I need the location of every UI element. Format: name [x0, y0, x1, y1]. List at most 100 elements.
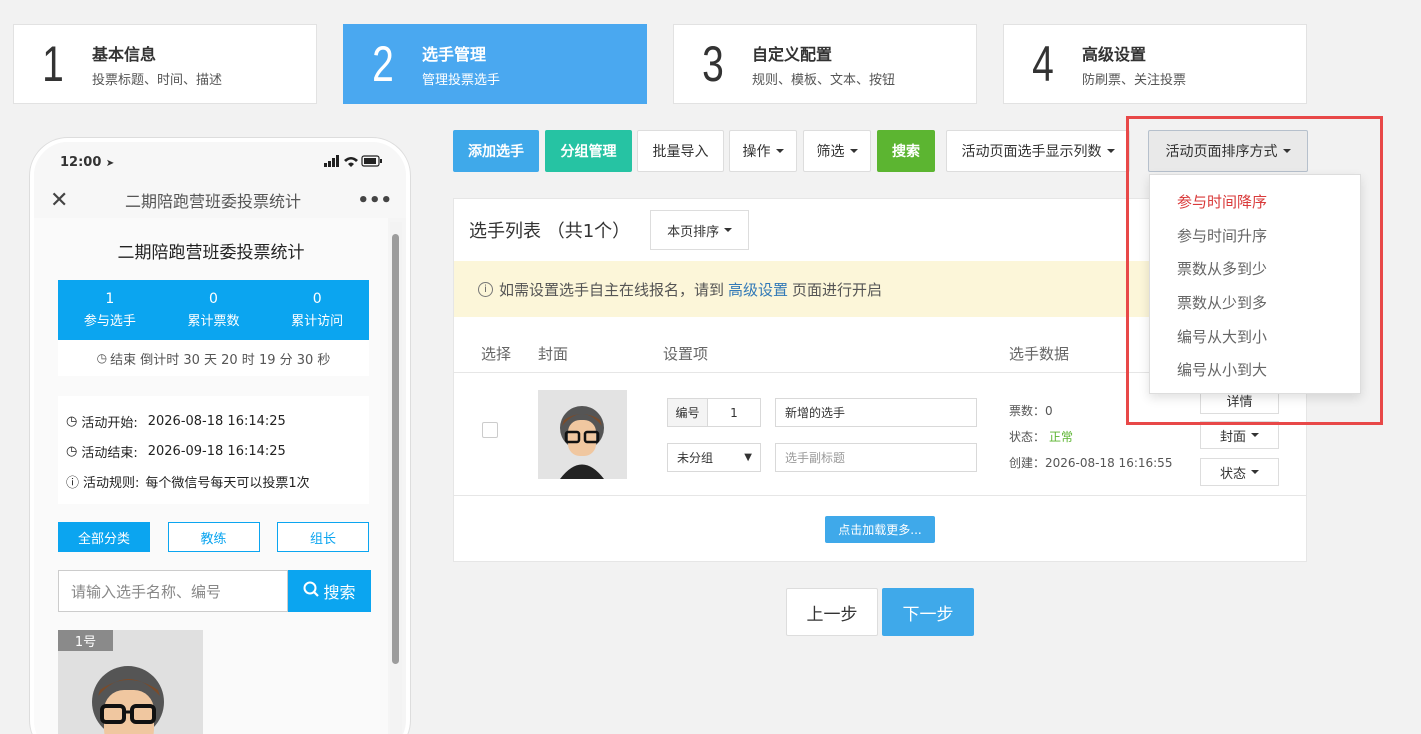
phone-scroll-thumb[interactable] — [392, 234, 399, 664]
stat-value: 0 — [312, 291, 322, 307]
step-player-management[interactable]: 2 选手管理 管理投票选手 — [343, 24, 647, 104]
countdown: ◷ 结束 倒计时 30 天 20 时 19 分 30 秒 — [58, 340, 369, 376]
location-icon: ➤ — [105, 157, 115, 169]
page-sort-label: 本页排序 — [667, 224, 720, 240]
info-value: 每个微信号每天可以投票1次 — [145, 475, 310, 491]
step-number: 2 — [372, 36, 394, 92]
step-subtitle: 管理投票选手 — [422, 72, 501, 88]
batch-import-button[interactable]: 批量导入 — [637, 130, 724, 172]
chevron-down-icon — [849, 149, 858, 153]
close-icon[interactable]: ✕ — [50, 188, 68, 213]
step-custom-config[interactable]: 3 自定义配置 规则、模板、文本、按钮 — [673, 24, 977, 104]
step-basic-info[interactable]: 1 基本信息 投票标题、时间、描述 — [13, 24, 317, 104]
stats-bar: 1 参与选手 0 累计票数 0 累计访问 — [58, 280, 369, 340]
col-data: 选手数据 — [1009, 345, 1070, 363]
advanced-settings-link[interactable]: 高级设置 — [728, 279, 788, 300]
stat-label: 累计访问 — [291, 314, 344, 329]
cover-image[interactable] — [538, 390, 627, 479]
next-step-button[interactable]: 下一步 — [882, 588, 974, 636]
phone-nav-bar: ✕ 二期陪跑营班委投票统计 ••• — [34, 182, 406, 218]
status-dropdown[interactable]: 状态 — [1200, 458, 1279, 486]
subtitle-input[interactable]: 选手副标题 — [775, 443, 977, 472]
step-subtitle: 规则、模板、文本、按钮 — [752, 72, 896, 88]
created-text: 创建：2026-08-18 16:16:55 — [1009, 456, 1173, 470]
chevron-down-icon — [775, 149, 784, 153]
stat-votes: 0 累计票数 — [162, 280, 266, 340]
group-management-button[interactable]: 分组管理 — [545, 130, 632, 172]
highlight-box — [1126, 116, 1383, 425]
notice-text-pre: 如需设置选手自主在线报名，请到 — [499, 280, 725, 299]
phone-preview: 12:00 ➤ ✕ 二期陪跑营班委投票统计 ••• 二期陪跑营班委投票统计 1 参… — [30, 138, 410, 734]
phone-search-input[interactable]: 请输入选手名称、编号 — [58, 570, 288, 612]
info-label: 活动规则: — [83, 475, 140, 491]
list-title: 选手列表 （共1个） — [469, 221, 631, 242]
step-title: 选手管理 — [422, 44, 487, 64]
cover-label: 封面 — [1219, 429, 1246, 445]
stat-label: 累计票数 — [187, 314, 240, 329]
step-advanced-settings[interactable]: 4 高级设置 防刷票、关注投票 — [1003, 24, 1307, 104]
operations-label: 操作 — [742, 144, 771, 160]
load-more-button[interactable]: 点击加载更多... — [825, 516, 935, 543]
votes-text: 票数：0 — [1009, 404, 1053, 418]
cover-dropdown[interactable]: 封面 — [1200, 421, 1279, 449]
page-sort-dropdown[interactable]: 本页排序 — [650, 210, 750, 250]
display-columns-dropdown[interactable]: 活动页面选手显示列数 — [946, 130, 1130, 172]
prev-step-button[interactable]: 上一步 — [786, 588, 878, 636]
signal-wifi-battery-icon — [324, 154, 382, 170]
player-name-input[interactable]: 新增的选手 — [775, 398, 977, 427]
search-icon — [303, 581, 320, 601]
step-number: 3 — [702, 36, 724, 92]
info-value: 2026-09-18 16:14:25 — [147, 443, 286, 459]
status-label: 状态： — [1009, 430, 1046, 444]
phone-status-bar: 12:00 ➤ — [34, 142, 406, 182]
filter-dropdown[interactable]: 筛选 — [803, 130, 871, 172]
number-label: 编号 — [668, 399, 708, 426]
step-subtitle: 投票标题、时间、描述 — [92, 72, 223, 88]
avatar-image — [560, 406, 604, 479]
info-label: 活动结束: — [81, 445, 138, 461]
chevron-down-icon — [1251, 433, 1259, 437]
vote-page-title: 二期陪跑营班委投票统计 — [117, 243, 305, 263]
group-select[interactable]: 未分组 ▼ — [667, 443, 761, 472]
status-btn-label: 状态 — [1219, 466, 1246, 482]
status-value: 正常 — [1049, 430, 1074, 444]
filter-label: 筛选 — [816, 144, 845, 160]
add-player-button[interactable]: 添加选手 — [453, 130, 539, 172]
chevron-down-icon — [724, 228, 733, 232]
countdown-text: 结束 倒计时 30 天 20 时 19 分 30 秒 — [110, 352, 331, 368]
group-select-value: 未分组 — [677, 451, 714, 465]
phone-content: 二期陪跑营班委投票统计 1 参与选手 0 累计票数 0 累计访问 ◷ 结束 倒计时 3… — [34, 218, 388, 734]
phone-search-button[interactable]: 搜索 — [288, 570, 371, 612]
activity-info: ◷ 活动开始: 2026-08-18 16:14:25 ◷ 活动结束: 2026-09-… — [58, 396, 369, 504]
clock-icon: ◷ — [66, 413, 78, 429]
display-columns-label: 活动页面选手显示列数 — [961, 144, 1102, 160]
notice-text-post: 页面进行开启 — [792, 280, 883, 299]
tab-coach[interactable]: 教练 — [167, 522, 260, 552]
stat-label: 参与选手 — [83, 314, 136, 329]
stat-value: 0 — [209, 291, 218, 307]
status-text: 状态： 正常 — [1009, 428, 1073, 445]
more-icon[interactable]: ••• — [357, 190, 392, 211]
step-title: 高级设置 — [1082, 44, 1147, 64]
number-input[interactable]: 1 — [708, 406, 760, 420]
stat-visits: 0 累计访问 — [265, 280, 369, 340]
step-number: 1 — [42, 36, 64, 92]
stat-players: 1 参与选手 — [58, 280, 162, 340]
operations-dropdown[interactable]: 操作 — [729, 130, 797, 172]
category-tabs: 全部分类 教练 组长 — [58, 522, 369, 552]
step-subtitle: 防刷票、关注投票 — [1082, 72, 1187, 88]
tab-all[interactable]: 全部分类 — [58, 522, 150, 552]
col-select: 选择 — [481, 345, 512, 363]
phone-search: 请输入选手名称、编号 搜索 — [58, 570, 371, 612]
info-label: 活动开始: — [81, 415, 138, 431]
chevron-down-icon — [1251, 470, 1259, 474]
row-checkbox[interactable] — [482, 422, 498, 438]
status-time: 12:00 — [60, 154, 102, 170]
search-button[interactable]: 搜索 — [877, 130, 935, 172]
step-title: 自定义配置 — [752, 44, 833, 64]
player-card[interactable]: 1号 — [58, 630, 203, 734]
stat-value: 1 — [105, 291, 115, 307]
info-icon: ⓘ — [66, 475, 80, 491]
step-title: 基本信息 — [92, 44, 157, 64]
tab-leader[interactable]: 组长 — [277, 522, 369, 552]
